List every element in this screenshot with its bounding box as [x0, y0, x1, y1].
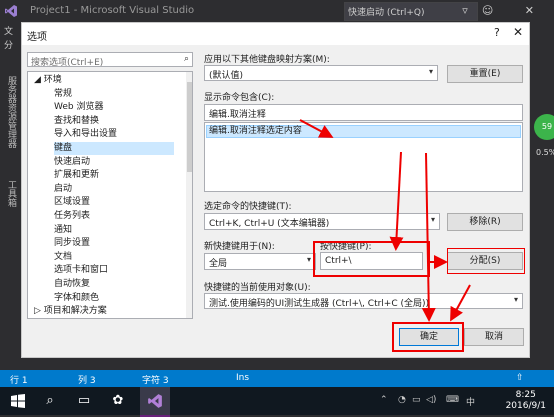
windows-taskbar: ⌕ ▭ ✿ ⌃ ◔ ▭ ◁) ⌨ 中 8:25 2016/9/1	[0, 387, 554, 417]
toolbox-tab[interactable]: 工具箱	[5, 180, 18, 207]
status-row: 行 1	[10, 376, 28, 386]
vs-left-tool-strip: 服务器资源管理器 工具箱	[0, 52, 22, 370]
status-up-icon[interactable]: ⇧	[516, 373, 524, 383]
tree-node[interactable]: 文档	[54, 251, 72, 264]
command-list[interactable]: 编辑.取消注释选定内容	[204, 122, 523, 192]
vs-window-title: Project1 - Microsoft Visual Studio	[30, 5, 195, 16]
tree-node[interactable]: 常规	[54, 88, 72, 101]
shortcuts-value: Ctrl+K, Ctrl+U (文本编辑器)	[209, 219, 330, 229]
tree-node[interactable]: 导入和导出设置	[54, 128, 117, 141]
shortcuts-label: 选定命令的快捷键(T):	[204, 202, 292, 212]
options-dialog: 选项 ? ✕ 搜索选项(Ctrl+E) ⌕ ◢ 环境 常规 Web 浏览器 查找和替换…	[21, 22, 530, 358]
visual-studio-taskbar-logo-icon	[148, 394, 162, 408]
mapping-scheme-label: 应用以下其他键盘映射方案(M):	[204, 55, 330, 65]
tree-node[interactable]: 任务列表	[54, 210, 90, 223]
used-by-value: 测试.使用编码的UI测试生成器 (Ctrl+\, Ctrl+C (全局))	[209, 299, 430, 309]
tree-scrollbar[interactable]	[186, 72, 192, 318]
close-button[interactable]: ✕	[513, 25, 523, 39]
dialog-title-bar: 选项 ? ✕	[22, 23, 529, 45]
show-commands-label: 显示命令包含(C):	[204, 93, 275, 103]
tree-node[interactable]: 区域设置	[54, 196, 90, 209]
mapping-scheme-value: (默认值)	[209, 71, 244, 81]
task-view-icon[interactable]: ▭	[74, 392, 94, 410]
ime-indicator[interactable]: 中	[466, 395, 475, 408]
perf-percent: 0.5%	[536, 148, 554, 157]
status-col: 列 3	[78, 376, 96, 386]
tree-node[interactable]: 通知	[54, 224, 72, 237]
status-ins: Ins	[236, 373, 250, 383]
tree-node[interactable]: 选项卡和窗口	[54, 264, 108, 277]
command-filter-value: 编辑.取消注释	[209, 110, 266, 120]
perf-badge: 59	[534, 114, 554, 140]
remove-button[interactable]: 移除(R)	[447, 213, 523, 231]
cancel-button[interactable]: 取消	[464, 328, 524, 346]
dialog-title: 选项	[27, 32, 47, 43]
pinwheel-app-icon[interactable]: ✿	[108, 392, 128, 410]
tree-node[interactable]: 同步设置	[54, 237, 90, 250]
network-icon[interactable]: ◔	[398, 395, 406, 405]
search-icon: ⌕	[183, 54, 189, 64]
tree-node[interactable]: 查找和替换	[54, 115, 99, 128]
keyboard-icon[interactable]: ⌨	[446, 395, 459, 405]
vs-right-tool-strip: 59 0.5%	[530, 22, 554, 370]
chevron-down-icon: ▾	[513, 295, 518, 304]
shortcuts-select[interactable]: Ctrl+K, Ctrl+U (文本编辑器) ▾	[204, 213, 440, 230]
use-new-shortcut-label: 新快捷键用于(N):	[204, 242, 275, 252]
tree-node[interactable]: 快速启动	[54, 156, 90, 169]
chevron-down-icon: ▾	[306, 255, 311, 264]
start-button[interactable]	[8, 392, 28, 410]
tree-node[interactable]: ◢ 环境	[34, 74, 62, 87]
tree-node-selected[interactable]: 键盘	[54, 142, 174, 155]
server-explorer-tab[interactable]: 服务器资源管理器	[5, 76, 18, 148]
volume-icon[interactable]: ◁)	[426, 395, 436, 405]
tree-node[interactable]: 扩展和更新	[54, 169, 99, 182]
status-char: 字符 3	[142, 376, 169, 386]
shortcut-scope-value: 全局	[209, 259, 228, 269]
taskbar-clock[interactable]: 8:25 2016/9/1	[506, 390, 546, 412]
tree-scroll-thumb[interactable]	[187, 82, 192, 172]
tree-node[interactable]: ▷ 项目和解决方案	[34, 305, 107, 318]
search-icon[interactable]: ⌕	[40, 392, 60, 410]
tree-node[interactable]: 自动恢复	[54, 278, 90, 291]
options-tree[interactable]: ◢ 环境 常规 Web 浏览器 查找和替换 导入和导出设置 键盘 快速启动 扩展和更新 启动 区域…	[27, 71, 193, 319]
command-list-item[interactable]: 编辑.取消注释选定内容	[206, 125, 521, 138]
shortcut-scope-select[interactable]: 全局 ▾	[204, 253, 316, 270]
tree-node[interactable]: Web 浏览器	[54, 101, 103, 114]
chevron-down-icon: ▾	[430, 215, 435, 224]
visual-studio-logo-icon	[5, 5, 17, 17]
help-button[interactable]: ?	[494, 26, 500, 39]
used-by-label: 快捷键的当前使用对象(U):	[204, 283, 311, 293]
tree-node[interactable]: 启动	[54, 183, 72, 196]
options-search-input[interactable]: 搜索选项(Ctrl+E) ⌕	[27, 52, 193, 68]
battery-icon[interactable]: ▭	[412, 395, 421, 405]
menu-file-partial[interactable]: 文	[4, 24, 13, 37]
tree-node[interactable]: 字体和颜色	[54, 292, 99, 305]
annotation-box-assign	[447, 248, 525, 274]
vs-title-bar: Project1 - Microsoft Visual Studio 快速启动 …	[0, 0, 554, 22]
window-controls[interactable]: ▿☺ ✕	[462, 4, 548, 17]
tray-up-icon[interactable]: ⌃	[380, 395, 388, 405]
command-filter-input[interactable]: 编辑.取消注释	[204, 104, 523, 121]
search-placeholder: 搜索选项(Ctrl+E)	[31, 58, 104, 68]
windows-logo-icon	[11, 394, 25, 408]
status-bar: 行 1 列 3 字符 3 Ins ⇧	[0, 370, 554, 387]
taskbar-visual-studio-icon[interactable]	[140, 387, 170, 417]
clock-date: 2016/9/1	[505, 401, 546, 411]
annotation-box-shortcut-input	[313, 241, 430, 277]
chevron-down-icon: ▾	[428, 67, 433, 76]
used-by-select[interactable]: 测试.使用编码的UI测试生成器 (Ctrl+\, Ctrl+C (全局)) ▾	[204, 293, 523, 309]
menu-analyze-partial[interactable]: 分	[4, 38, 13, 51]
clock-time: 8:25	[515, 390, 536, 400]
annotation-box-ok	[392, 322, 464, 352]
mapping-scheme-select[interactable]: (默认值) ▾	[204, 65, 438, 81]
quick-launch-placeholder: 快速启动 (Ctrl+Q)	[348, 8, 425, 18]
reset-button[interactable]: 重置(E)	[447, 65, 523, 83]
